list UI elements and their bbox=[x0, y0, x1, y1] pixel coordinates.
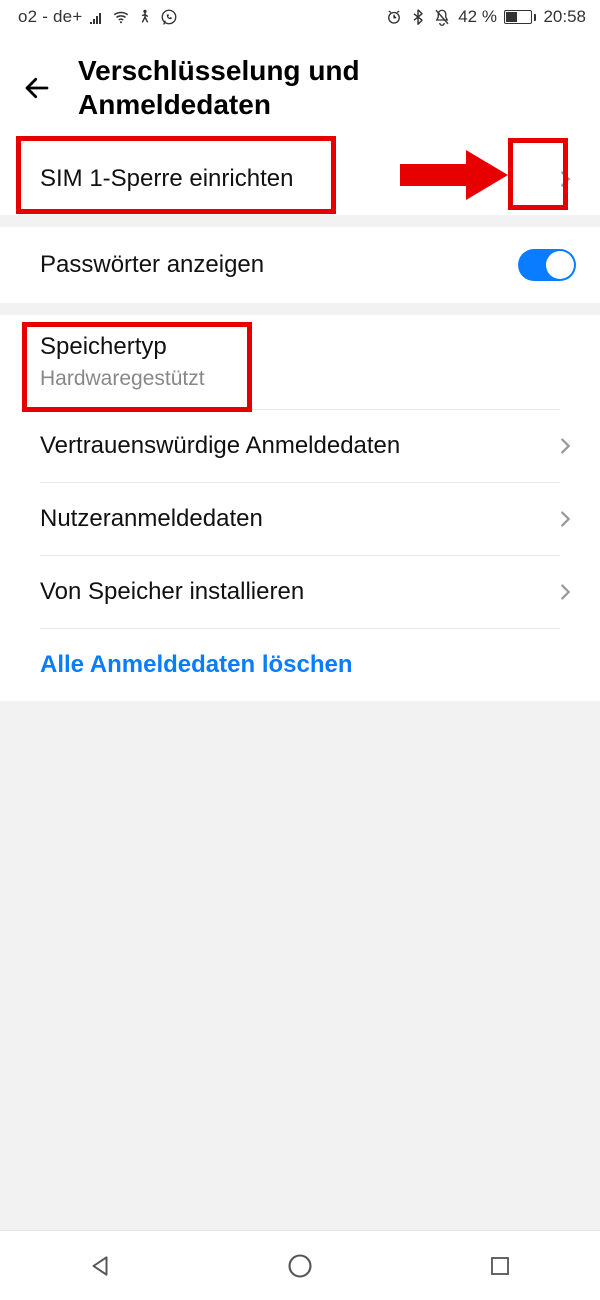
alarm-icon bbox=[385, 8, 403, 26]
bluetooth-icon bbox=[410, 9, 426, 25]
row-clear-all-credentials[interactable]: Alle Anmeldedaten löschen bbox=[0, 629, 600, 701]
pedestrian-icon bbox=[137, 9, 153, 25]
toggle-knob bbox=[546, 251, 574, 279]
nav-recent-button[interactable] bbox=[483, 1249, 517, 1283]
row-storage-type: Speichertyp Hardwaregestützt bbox=[0, 315, 600, 409]
whatsapp-icon bbox=[160, 8, 178, 26]
row-label: SIM 1-Sperre einrichten bbox=[40, 165, 293, 193]
status-bar: o2 - de+ 42 % 20:58 bbox=[0, 0, 600, 34]
show-passwords-toggle[interactable] bbox=[518, 249, 576, 281]
row-label: Alle Anmeldedaten löschen bbox=[40, 651, 353, 679]
row-user-credentials[interactable]: Nutzeranmeldedaten bbox=[0, 483, 600, 555]
row-sim-lock[interactable]: SIM 1-Sperre einrichten bbox=[0, 143, 600, 215]
title-line-2: Anmeldedaten bbox=[78, 89, 271, 120]
battery-percent: 42 % bbox=[458, 7, 497, 27]
page-title: Verschlüsselung und Anmeldedaten bbox=[78, 54, 360, 121]
circle-home-icon bbox=[286, 1252, 314, 1280]
row-install-from-storage[interactable]: Von Speicher installieren bbox=[0, 556, 600, 628]
row-label: Vertrauenswürdige Anmeldedaten bbox=[40, 432, 400, 460]
chevron-right-icon bbox=[554, 435, 576, 457]
row-show-passwords[interactable]: Passwörter anzeigen bbox=[0, 227, 600, 303]
status-left: o2 - de+ bbox=[18, 7, 178, 27]
section-gap bbox=[0, 215, 600, 227]
mute-icon bbox=[433, 8, 451, 26]
signal-icon bbox=[89, 9, 105, 25]
row-subtext: Hardwaregestützt bbox=[40, 367, 205, 391]
battery-icon bbox=[504, 10, 537, 24]
app-header: Verschlüsselung und Anmeldedaten bbox=[0, 34, 600, 143]
row-trusted-credentials[interactable]: Vertrauenswürdige Anmeldedaten bbox=[0, 410, 600, 482]
wifi-icon bbox=[112, 8, 130, 26]
square-recent-icon bbox=[488, 1254, 512, 1278]
carrier-text: o2 - de+ bbox=[18, 7, 82, 27]
row-label: Von Speicher installieren bbox=[40, 578, 304, 606]
group-credentials: Speichertyp Hardwaregestützt Vertrauensw… bbox=[0, 315, 600, 701]
chevron-right-icon bbox=[554, 168, 576, 190]
status-right: 42 % 20:58 bbox=[385, 7, 586, 27]
group-sim-lock: SIM 1-Sperre einrichten bbox=[0, 143, 600, 215]
back-button[interactable] bbox=[20, 71, 54, 105]
row-label: Speichertyp bbox=[40, 333, 205, 361]
chevron-right-icon bbox=[554, 508, 576, 530]
arrow-left-icon bbox=[22, 73, 52, 103]
triangle-back-icon bbox=[87, 1253, 113, 1279]
row-label: Nutzeranmeldedaten bbox=[40, 505, 263, 533]
nav-back-button[interactable] bbox=[83, 1249, 117, 1283]
group-show-passwords: Passwörter anzeigen bbox=[0, 227, 600, 303]
clock-text: 20:58 bbox=[543, 7, 586, 27]
row-label: Passwörter anzeigen bbox=[40, 251, 264, 279]
system-nav-bar bbox=[0, 1230, 600, 1300]
title-line-1: Verschlüsselung und bbox=[78, 55, 360, 86]
section-gap bbox=[0, 303, 600, 315]
chevron-right-icon bbox=[554, 581, 576, 603]
nav-home-button[interactable] bbox=[283, 1249, 317, 1283]
